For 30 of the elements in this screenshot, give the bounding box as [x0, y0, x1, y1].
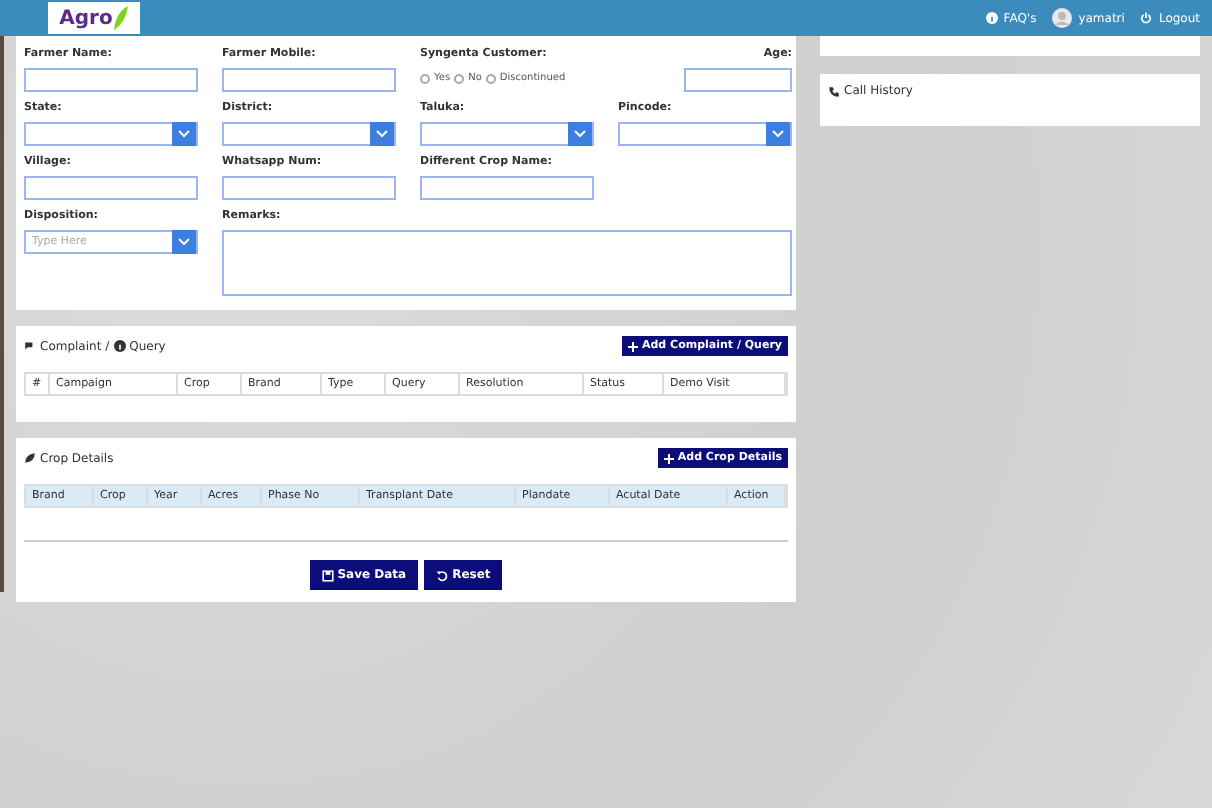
- comments-icon: [24, 340, 36, 352]
- chevron-icon: [178, 130, 190, 138]
- select-field[interactable]: [222, 122, 396, 146]
- plus-icon: [663, 453, 674, 463]
- undo-icon: [436, 569, 449, 581]
- text-field[interactable]: [222, 176, 396, 200]
- radio-button[interactable]: [420, 73, 430, 83]
- leaf-icon: [114, 6, 129, 30]
- text-field[interactable]: [420, 176, 594, 200]
- remarks-field[interactable]: [222, 230, 792, 296]
- chevron-icon: [574, 130, 586, 138]
- chevron-icon: [376, 130, 388, 138]
- radio-button[interactable]: [485, 73, 496, 83]
- text-field[interactable]: [222, 68, 396, 92]
- radio-button[interactable]: [454, 73, 465, 83]
- chevron-icon: [178, 238, 190, 246]
- phone-icon: [828, 85, 840, 97]
- plus-icon: [627, 341, 638, 351]
- power-icon: [1140, 12, 1153, 24]
- select-field[interactable]: [420, 122, 594, 146]
- chevron-icon: [772, 130, 784, 138]
- floppy-icon: [321, 569, 334, 581]
- text-field[interactable]: [684, 68, 792, 92]
- logo-text: Agro: [59, 7, 113, 29]
- leaf-icon: [24, 452, 36, 464]
- avatar-icon: [1052, 8, 1073, 28]
- text-field[interactable]: [24, 68, 198, 92]
- select-field[interactable]: [24, 122, 198, 146]
- text-field[interactable]: [24, 176, 198, 200]
- select-field[interactable]: [618, 122, 792, 146]
